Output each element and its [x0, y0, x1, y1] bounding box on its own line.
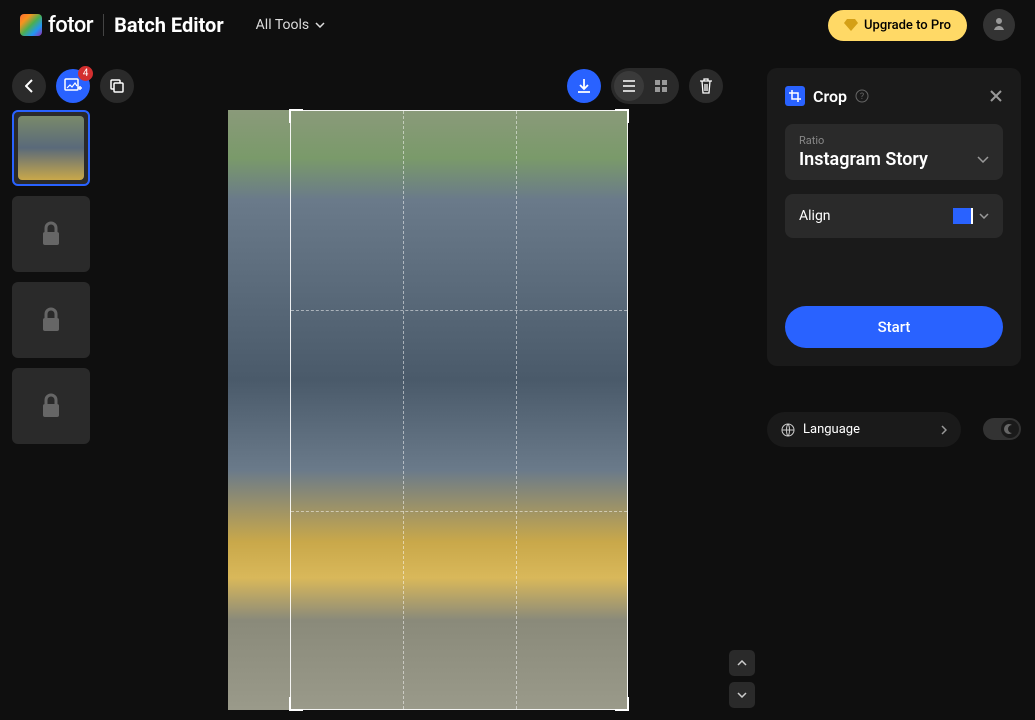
delete-button[interactable] [689, 69, 723, 103]
thumbnail-4[interactable] [12, 368, 90, 444]
theme-knob [1001, 420, 1019, 438]
user-icon [990, 16, 1008, 34]
avatar[interactable] [983, 9, 1015, 41]
diamond-icon [844, 19, 858, 31]
logo-text: fotor [48, 13, 93, 38]
zoom-controls [729, 650, 755, 708]
chevron-down-icon [315, 22, 325, 28]
crop-panel: Crop ? Ratio Instagram Story Align Start [767, 68, 1021, 366]
crop-handle-tr[interactable] [615, 109, 629, 123]
download-button[interactable] [567, 69, 601, 103]
language-selector[interactable]: Language [767, 412, 961, 447]
list-view-button[interactable] [614, 71, 644, 101]
lock-icon [40, 393, 62, 419]
thumbnail-1[interactable] [12, 110, 90, 186]
image-count-badge: 4 [78, 66, 93, 81]
help-icon[interactable]: ? [855, 89, 869, 103]
upgrade-button[interactable]: Upgrade to Pro [828, 10, 967, 41]
all-tools-dropdown[interactable]: All Tools [256, 17, 325, 33]
moon-icon [1004, 423, 1016, 435]
trash-icon [699, 78, 713, 94]
back-button[interactable] [12, 69, 46, 103]
align-swatch [953, 208, 973, 224]
chevron-down-icon [977, 156, 989, 163]
logo[interactable]: fotor [20, 13, 93, 38]
app-title: Batch Editor [114, 13, 224, 37]
zoom-down-button[interactable] [729, 682, 755, 708]
start-button[interactable]: Start [785, 306, 1003, 348]
list-icon [622, 80, 636, 92]
globe-icon [781, 423, 795, 437]
add-image-icon [64, 78, 82, 94]
thumbnail-list [12, 110, 90, 444]
ratio-field[interactable]: Ratio Instagram Story [785, 124, 1003, 180]
chevron-down-icon [979, 213, 989, 219]
upgrade-label: Upgrade to Pro [864, 18, 951, 33]
close-button[interactable] [989, 89, 1003, 103]
add-image-button[interactable]: 4 [56, 69, 90, 103]
zoom-up-button[interactable] [729, 650, 755, 676]
thumbnail-image [18, 116, 84, 180]
thumbnail-3[interactable] [12, 282, 90, 358]
align-field[interactable]: Align [785, 194, 1003, 238]
lock-icon [40, 307, 62, 333]
fotor-logo-icon [20, 14, 42, 36]
download-icon [576, 78, 592, 94]
header: fotor Batch Editor All Tools Upgrade to … [0, 0, 1035, 50]
svg-text:?: ? [860, 92, 864, 102]
close-icon [989, 89, 1003, 103]
ratio-value: Instagram Story [799, 149, 928, 170]
panel-title: Crop [813, 87, 847, 106]
chevron-down-icon [737, 692, 747, 698]
divider [103, 14, 104, 36]
crop-icon [785, 86, 805, 106]
crop-handle-bl[interactable] [289, 697, 303, 711]
copy-button[interactable] [100, 69, 134, 103]
crop-handle-br[interactable] [615, 697, 629, 711]
canvas[interactable] [228, 110, 628, 710]
grid-icon [655, 80, 667, 92]
all-tools-label: All Tools [256, 17, 309, 33]
theme-toggle[interactable] [983, 418, 1021, 440]
thumbnail-2[interactable] [12, 196, 90, 272]
view-toggle [611, 68, 679, 104]
language-label: Language [803, 422, 933, 437]
chevron-left-icon [25, 79, 33, 93]
align-label: Align [799, 208, 831, 224]
grid-view-button[interactable] [646, 71, 676, 101]
crop-overlay[interactable] [290, 110, 628, 710]
copy-icon [110, 79, 124, 93]
start-label: Start [878, 318, 911, 336]
ratio-label: Ratio [799, 134, 989, 147]
lock-icon [40, 221, 62, 247]
chevron-right-icon [941, 425, 947, 435]
crop-handle-tl[interactable] [289, 109, 303, 123]
chevron-up-icon [737, 660, 747, 666]
